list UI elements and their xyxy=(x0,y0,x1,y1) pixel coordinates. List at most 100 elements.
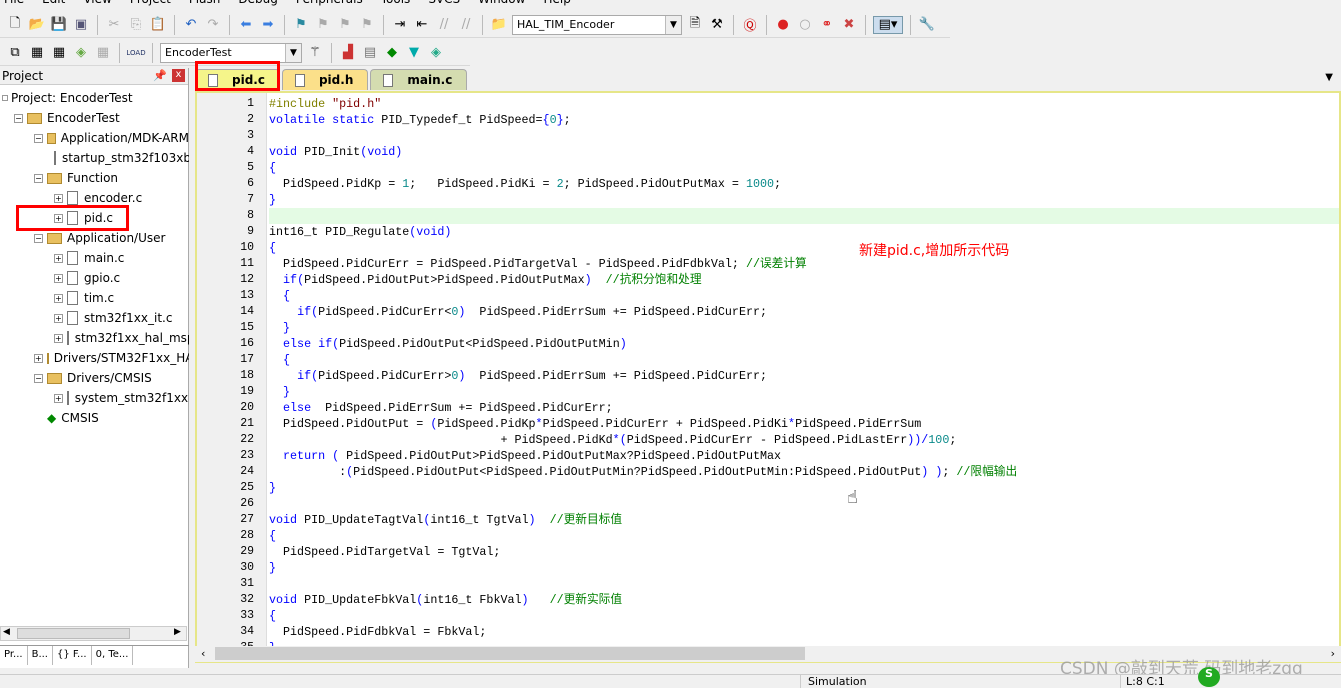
code-line[interactable]: int16_t PID_Regulate(void) xyxy=(269,224,1339,240)
window-layout-icon[interactable]: ▤▾ xyxy=(873,15,903,34)
tree-item[interactable]: + main.c xyxy=(0,248,189,268)
tree-hscrollbar[interactable]: ◀ ▶ xyxy=(0,626,187,641)
menu-edit[interactable]: Edit xyxy=(42,0,65,6)
target-combo[interactable]: HAL_TIM_Encoder ▼ xyxy=(512,14,682,35)
indent-icon[interactable]: ⇥ xyxy=(391,16,409,34)
code-line[interactable]: return ( PidSpeed.PidOutPut>PidSpeed.Pid… xyxy=(269,448,1339,464)
code-line[interactable]: } xyxy=(269,560,1339,576)
code-line[interactable]: { xyxy=(269,352,1339,368)
panel-tab[interactable]: B... xyxy=(28,646,53,665)
load-icon[interactable]: LOAD xyxy=(126,44,145,62)
tab-pid-h[interactable]: pid.h xyxy=(281,69,369,90)
tree-item[interactable]: startup_stm32f103xb.s xyxy=(0,148,189,168)
menu-peripherals[interactable]: Peripherals xyxy=(296,0,363,6)
expand-icon[interactable]: + xyxy=(54,313,63,323)
rebuild-icon[interactable]: ▦ xyxy=(50,44,68,62)
menu-help[interactable]: Help xyxy=(543,0,570,6)
menu-project[interactable]: Project xyxy=(130,0,171,6)
translate-icon[interactable]: ⧉ xyxy=(6,44,24,62)
code-line[interactable]: void PID_UpdateFbkVal(int16_t FbkVal) //… xyxy=(269,592,1339,608)
menu-window[interactable]: Window xyxy=(478,0,525,6)
collapse-icon[interactable]: − xyxy=(34,373,43,383)
tree-item[interactable]: + Drivers/STM32F1xx_HAL_Driver xyxy=(0,348,189,368)
clear-bookmarks-icon[interactable]: ⚑ xyxy=(358,16,376,34)
new-file-icon[interactable]: 🗋 xyxy=(6,16,24,34)
code-line[interactable]: { xyxy=(269,240,1339,256)
code-line[interactable]: PidSpeed.PidTargetVal = TgtVal; xyxy=(269,544,1339,560)
expand-icon[interactable]: + xyxy=(54,293,63,303)
breakpoint-icon[interactable]: ● xyxy=(774,16,792,34)
open-icon[interactable]: 📂 xyxy=(28,16,46,34)
panel-tab[interactable]: 0, Te... xyxy=(92,646,134,665)
tree-item[interactable]: + gpio.c xyxy=(0,268,189,288)
batch-build-icon[interactable]: ◈ xyxy=(72,44,90,62)
paste-icon[interactable]: 📋 xyxy=(149,16,167,34)
code-line[interactable]: if(PidSpeed.PidOutPut>PidSpeed.PidOutPut… xyxy=(269,272,1339,288)
tree-item[interactable]: + stm32f1xx_it.c xyxy=(0,308,189,328)
panel-tab[interactable]: Pr... xyxy=(0,646,28,665)
code-line[interactable]: { xyxy=(269,528,1339,544)
tab-main-c[interactable]: main.c xyxy=(370,69,468,90)
menu-view[interactable]: View xyxy=(83,0,111,6)
collapse-icon[interactable]: − xyxy=(34,133,43,143)
code-line[interactable] xyxy=(269,576,1339,592)
code-line[interactable]: else if(PidSpeed.PidOutPut<PidSpeed.PidO… xyxy=(269,336,1339,352)
tree-item[interactable]: − Function xyxy=(0,168,189,188)
project-target-combo[interactable]: EncoderTest ▼ xyxy=(160,42,302,63)
stop-build-icon[interactable]: ▦ xyxy=(94,44,112,62)
pack-installer-icon[interactable]: ◆ xyxy=(383,44,401,62)
expand-icon[interactable]: + xyxy=(54,273,63,283)
disable-breakpoint-icon[interactable]: ○ xyxy=(796,16,814,34)
redo-icon[interactable]: ↷ xyxy=(204,16,222,34)
code-line[interactable]: volatile static PID_Typedef_t PidSpeed={… xyxy=(269,112,1339,128)
code-line[interactable] xyxy=(269,208,1339,224)
code-line[interactable]: { xyxy=(269,288,1339,304)
code-line[interactable]: { xyxy=(269,608,1339,624)
code-line[interactable]: } xyxy=(269,192,1339,208)
pin-icon[interactable]: 📌 xyxy=(153,69,167,82)
kill-breakpoints-icon[interactable]: ✖ xyxy=(840,16,858,34)
next-bookmark-icon[interactable]: ⚑ xyxy=(336,16,354,34)
chevron-down-icon[interactable]: ▼ xyxy=(665,15,681,34)
debug-start-icon[interactable]: Ⓠ xyxy=(741,16,759,34)
tab-list-chevron-icon[interactable]: ▼ xyxy=(1325,72,1333,83)
code-line[interactable]: if(PidSpeed.PidCurErr<0) PidSpeed.PidErr… xyxy=(269,304,1339,320)
menu-debug[interactable]: Debug xyxy=(238,0,277,6)
manage-components-icon[interactable]: ▟ xyxy=(339,44,357,62)
tree-item[interactable]: ◆ CMSIS xyxy=(0,408,189,428)
code-line[interactable] xyxy=(269,496,1339,512)
unindent-icon[interactable]: ⇤ xyxy=(413,16,431,34)
cut-icon[interactable]: ✂ xyxy=(105,16,123,34)
disable-all-breakpoints-icon[interactable]: ⚭ xyxy=(818,16,836,34)
collapse-icon[interactable]: − xyxy=(14,113,23,123)
scroll-left-icon[interactable]: ◀ xyxy=(3,627,10,637)
nav-back-icon[interactable]: ⬅ xyxy=(237,16,255,34)
options-for-target-icon[interactable]: ⚚ xyxy=(306,44,324,62)
tree-item[interactable]: − Application/MDK-ARM xyxy=(0,128,189,148)
close-icon[interactable]: x xyxy=(172,69,185,82)
scroll-thumb[interactable] xyxy=(17,628,130,639)
tree-item[interactable]: Project: EncoderTest xyxy=(0,88,189,108)
bookmark-icon[interactable]: ⚑ xyxy=(292,16,310,34)
scroll-right-icon[interactable]: ▶ xyxy=(174,627,181,637)
scroll-right-icon[interactable]: › xyxy=(1331,647,1335,660)
code-line[interactable]: #include "pid.h" xyxy=(269,96,1339,112)
collapse-icon[interactable]: − xyxy=(34,233,43,243)
expand-icon[interactable]: + xyxy=(54,253,63,263)
tree-item[interactable]: + stm32f1xx_hal_msp.c xyxy=(0,328,189,348)
save-all-icon[interactable]: ▣ xyxy=(72,16,90,34)
menu-svcs[interactable]: SVCS xyxy=(428,0,460,6)
code-line[interactable]: void PID_UpdateTagtVal(int16_t TgtVal) /… xyxy=(269,512,1339,528)
build-icon[interactable]: ▦ xyxy=(28,44,46,62)
code-line[interactable]: { xyxy=(269,160,1339,176)
menu-file[interactable]: File xyxy=(4,0,24,6)
code-line[interactable]: PidSpeed.PidCurErr = PidSpeed.PidTargetV… xyxy=(269,256,1339,272)
configure-icon[interactable]: ⚒ xyxy=(708,16,726,34)
code-line[interactable]: if(PidSpeed.PidCurErr>0) PidSpeed.PidErr… xyxy=(269,368,1339,384)
copy-icon[interactable]: ⎘ xyxy=(127,16,145,34)
tree-item[interactable]: + tim.c xyxy=(0,288,189,308)
code-line[interactable]: else PidSpeed.PidErrSum += PidSpeed.PidC… xyxy=(269,400,1339,416)
code-line[interactable]: } xyxy=(269,480,1339,496)
expand-icon[interactable]: + xyxy=(34,353,43,363)
expand-icon[interactable]: + xyxy=(54,193,63,203)
